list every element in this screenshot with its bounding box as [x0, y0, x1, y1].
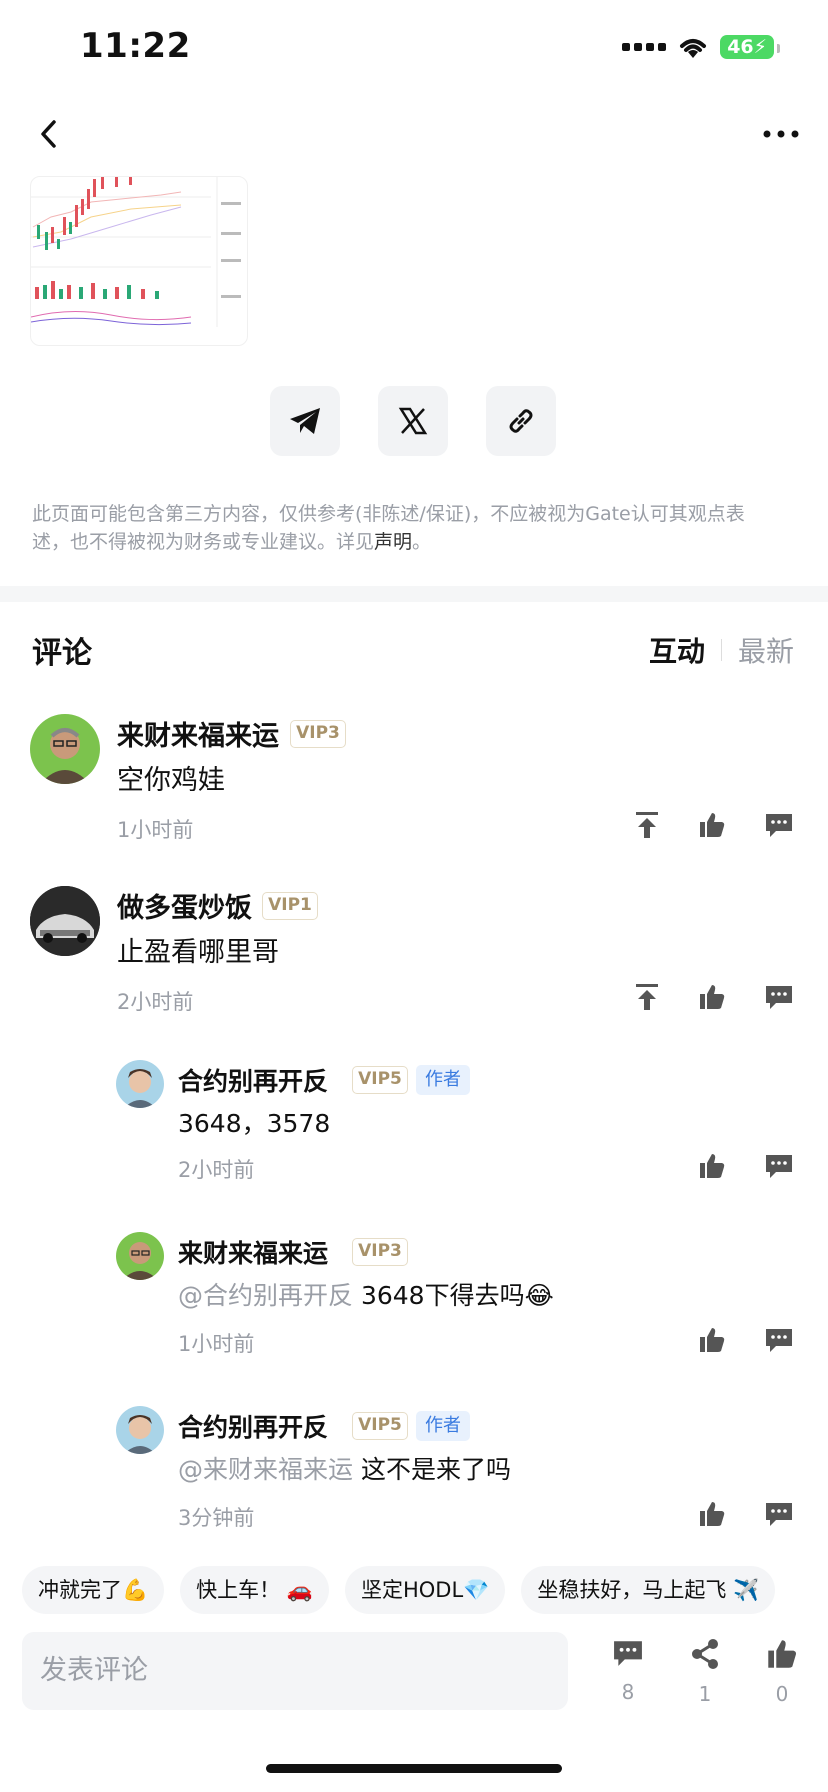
tab-latest[interactable]: 最新 — [738, 630, 794, 670]
comment-text: 空你鸡娃 — [117, 765, 225, 796]
comment-icon[interactable] — [764, 983, 794, 1011]
shares-count: 1 — [698, 1682, 712, 1706]
comment-icon[interactable] — [764, 1500, 794, 1528]
tab-interactive[interactable]: 互动 — [649, 630, 705, 670]
quick-reply-chip[interactable]: 冲就完了💪 — [22, 1566, 165, 1614]
comment-text: @合约别再开反 3648下得去吗😂 — [178, 1276, 554, 1312]
x-logo-icon — [398, 407, 428, 435]
wifi-icon — [680, 39, 707, 58]
quick-reply-chip[interactable]: 坐稳扶好，马上起飞 ✈️ — [521, 1566, 776, 1614]
comment-actions — [634, 982, 794, 1012]
comment-icon[interactable] — [764, 811, 794, 839]
quick-reply-chip[interactable]: 快上车！ 🚗 — [180, 1566, 329, 1614]
telegram-icon — [290, 408, 320, 434]
home-indicator — [266, 1764, 562, 1773]
comments-count: 8 — [621, 1680, 635, 1704]
comment-icon[interactable] — [764, 1326, 794, 1354]
quick-reply-chips: 冲就完了💪 快上车！ 🚗 坚定HODL💎 坐稳扶好，马上起飞 ✈️ — [22, 1566, 776, 1614]
share-x-button[interactable] — [378, 386, 448, 456]
share-buttons — [270, 386, 556, 456]
likes-count: 0 — [775, 1682, 789, 1706]
post-chart-image[interactable] — [30, 176, 248, 346]
avatar[interactable] — [30, 714, 100, 784]
signal-icon — [622, 43, 667, 51]
comment-input-bar: 发表评论 8 1 0 — [22, 1632, 812, 1712]
comment-actions — [698, 1500, 794, 1528]
disclaimer-text: 此页面可能包含第三方内容，仅供参考(非陈述/保证)，不应被视为Gate认可其观点… — [32, 500, 772, 556]
avatar[interactable] — [116, 1060, 164, 1108]
pin-top-icon[interactable] — [634, 810, 660, 840]
comments-title: 评论 — [32, 636, 92, 671]
comment-author[interactable]: 合约别再开反 — [178, 1062, 328, 1098]
like-icon[interactable] — [698, 811, 726, 839]
vip-badge: VIP5 — [352, 1066, 408, 1094]
comment-time: 1小时前 — [178, 1332, 255, 1356]
comment-body: 这不是来了吗 — [353, 1455, 511, 1484]
comment-author[interactable]: 来财来福来运 — [117, 714, 279, 753]
comment-text: 止盈看哪里哥 — [117, 937, 279, 968]
back-arrow-icon[interactable] — [32, 116, 68, 152]
vip-badge: VIP1 — [262, 892, 318, 920]
comment-actions — [698, 1152, 794, 1180]
vip-badge: VIP5 — [352, 1412, 408, 1440]
comment-author[interactable]: 做多蛋炒饭 — [117, 886, 252, 925]
comment-actions — [698, 1326, 794, 1354]
comment-icon — [614, 1641, 642, 1666]
comment-text: 3648，3578 — [178, 1109, 331, 1138]
quick-reply-chip[interactable]: 坚定HODL💎 — [344, 1566, 506, 1614]
share-count-button[interactable]: 1 — [683, 1638, 727, 1706]
avatar[interactable] — [116, 1232, 164, 1280]
share-telegram-button[interactable] — [270, 386, 340, 456]
comment-icon[interactable] — [764, 1152, 794, 1180]
status-time: 11:22 — [80, 26, 191, 66]
like-icon[interactable] — [698, 1500, 726, 1528]
comment-author[interactable]: 来财来福来运 — [178, 1234, 328, 1270]
status-bar: 11:22 46⚡ — [0, 0, 828, 90]
status-icons: 46⚡ — [622, 34, 780, 60]
like-icon[interactable] — [698, 1326, 726, 1354]
comment-time: 2小时前 — [117, 990, 194, 1014]
comment-time: 3分钟前 — [178, 1506, 255, 1530]
comment-time: 2小时前 — [178, 1158, 255, 1182]
comments-sort-tabs: 互动 最新 — [649, 630, 794, 670]
comments-count-button[interactable]: 8 — [606, 1638, 650, 1704]
tab-separator — [720, 639, 722, 661]
more-dots-icon[interactable] — [760, 116, 802, 152]
comment-body: 3648下得去吗😂 — [353, 1281, 554, 1310]
mention-link[interactable]: @合约别再开反 — [178, 1281, 353, 1310]
vip-badge: VIP3 — [290, 720, 346, 748]
disclaimer-end: 。 — [412, 531, 432, 553]
like-icon[interactable] — [698, 983, 726, 1011]
pin-top-icon[interactable] — [634, 982, 660, 1012]
comments-header: 评论 互动 最新 — [32, 628, 794, 672]
comment-input[interactable]: 发表评论 — [22, 1632, 568, 1710]
share-icon — [692, 1639, 718, 1669]
comment-author[interactable]: 合约别再开反 — [178, 1408, 328, 1444]
author-badge: 作者 — [416, 1411, 470, 1441]
battery-level: 46 — [727, 36, 754, 58]
battery-indicator: 46⚡ — [720, 35, 780, 59]
like-icon — [768, 1640, 796, 1668]
comment-text: @来财来福来运 这不是来了吗 — [178, 1450, 511, 1486]
avatar[interactable] — [30, 886, 100, 956]
link-icon — [509, 409, 533, 433]
author-badge: 作者 — [416, 1065, 470, 1095]
like-count-button[interactable]: 0 — [760, 1638, 804, 1706]
comment-time: 1小时前 — [117, 818, 194, 842]
like-icon[interactable] — [698, 1152, 726, 1180]
vip-badge: VIP3 — [352, 1238, 408, 1266]
avatar[interactable] — [116, 1406, 164, 1454]
statement-link[interactable]: 声明 — [374, 531, 412, 553]
section-divider — [0, 586, 828, 602]
copy-link-button[interactable] — [486, 386, 556, 456]
top-nav — [0, 108, 828, 158]
comment-actions — [634, 810, 794, 840]
mention-link[interactable]: @来财来福来运 — [178, 1455, 353, 1484]
